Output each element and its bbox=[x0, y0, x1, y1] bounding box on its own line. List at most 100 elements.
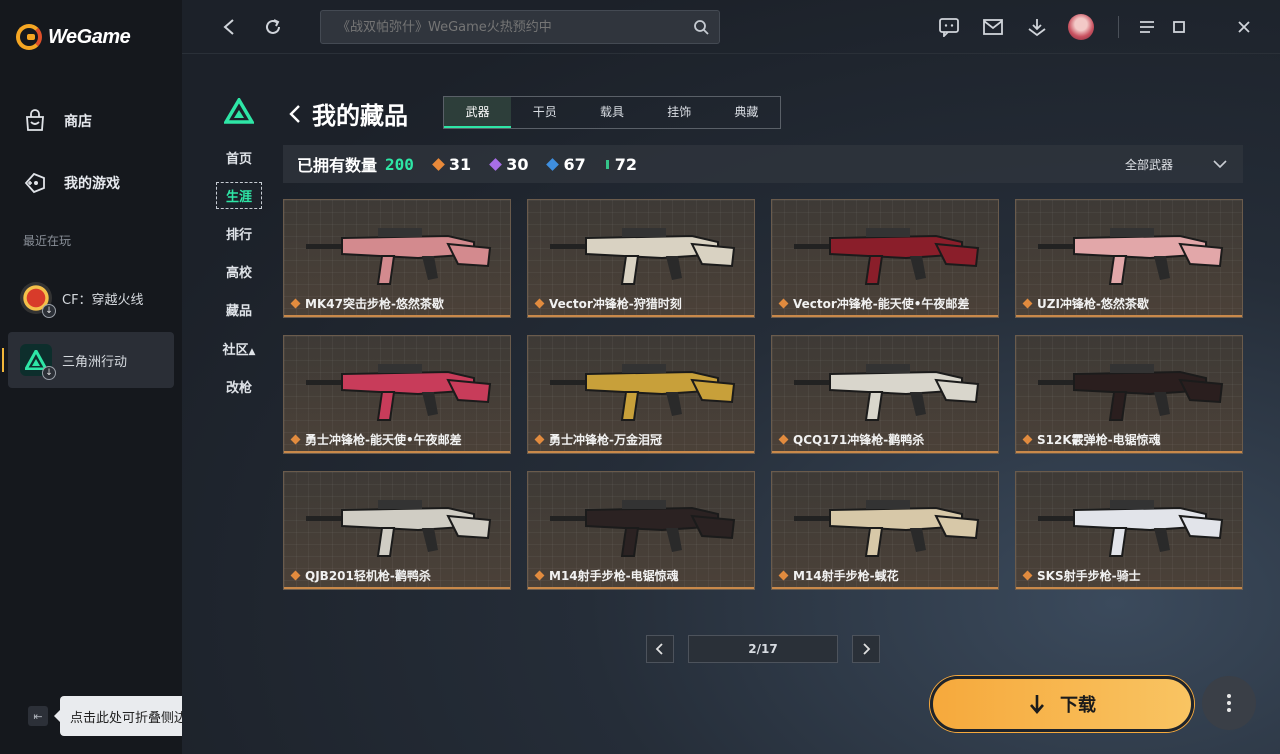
tab-weapons[interactable]: 武器 bbox=[444, 97, 512, 128]
prev-page-button[interactable] bbox=[646, 635, 674, 663]
game-nav-college[interactable]: 高校 bbox=[216, 262, 262, 281]
wegame-logo[interactable]: WeGame bbox=[16, 24, 131, 50]
delta-force-brand-icon bbox=[224, 98, 254, 124]
weapon-image bbox=[550, 500, 736, 557]
rarity-count-value: 30 bbox=[506, 154, 529, 174]
search-icon[interactable] bbox=[693, 19, 709, 35]
game-nav-community[interactable]: 社区▲ bbox=[216, 339, 262, 358]
weapon-name: M14射手步枪-蜮花 bbox=[793, 569, 899, 583]
weapon-image bbox=[794, 500, 980, 557]
weapon-image bbox=[550, 228, 736, 285]
weapon-filter-dropdown[interactable]: 全部武器 bbox=[1125, 145, 1227, 183]
rarity-gem-icon bbox=[1022, 434, 1033, 445]
avatar[interactable] bbox=[1068, 14, 1094, 40]
weapon-card[interactable]: MK47突击步枪-悠然茶歇 bbox=[283, 199, 511, 318]
close-icon[interactable] bbox=[1231, 14, 1257, 40]
rarity-gem-icon bbox=[290, 570, 301, 581]
tab-vehicles[interactable]: 载具 bbox=[578, 97, 645, 128]
weapon-name: 勇士冲锋枪-能天使•午夜邮差 bbox=[305, 433, 462, 447]
download-manager-icon[interactable] bbox=[1024, 14, 1050, 40]
weapon-card[interactable]: QCQ171冲锋枪-鹳鸭杀 bbox=[771, 335, 999, 454]
weapon-card[interactable]: Vector冲锋枪-能天使•午夜邮差 bbox=[771, 199, 999, 318]
weapon-image bbox=[1038, 228, 1224, 285]
chevron-down-icon bbox=[1213, 160, 1227, 168]
weapon-label: SKS射手步枪-骑士 bbox=[1022, 567, 1141, 584]
mail-icon[interactable] bbox=[980, 14, 1006, 40]
rarity-gem-icon bbox=[534, 570, 545, 581]
search-input[interactable] bbox=[321, 11, 681, 43]
store-bag-icon bbox=[26, 109, 44, 131]
weapon-card[interactable]: 勇士冲锋枪-万金泪冠 bbox=[527, 335, 755, 454]
download-badge-icon: ↓ bbox=[42, 366, 56, 380]
tab-operators[interactable]: 干员 bbox=[511, 97, 578, 128]
weapon-card[interactable]: UZI冲锋枪-悠然茶歇 bbox=[1015, 199, 1243, 318]
rarity-gem-icon bbox=[1022, 298, 1033, 309]
search-box[interactable] bbox=[320, 10, 720, 44]
pagination: 2/17 bbox=[646, 635, 880, 663]
rarity-gem-icon bbox=[605, 159, 609, 169]
sidebar: WeGame 商店 我的游戏 最近在玩 ↓ CF：穿越火线 ↓ 三角洲行动 ⇤ … bbox=[0, 0, 220, 754]
download-button[interactable]: 下载 bbox=[930, 676, 1194, 732]
weapon-label: 勇士冲锋枪-能天使•午夜邮差 bbox=[290, 431, 462, 448]
weapon-card[interactable]: S12K霰弹枪-电锯惊魂 bbox=[1015, 335, 1243, 454]
rarity-gem-icon bbox=[489, 157, 503, 171]
game-nav-label: 社区 bbox=[222, 343, 249, 358]
weapon-name: M14射手步枪-电锯惊魂 bbox=[549, 569, 679, 583]
weapon-card[interactable]: SKS射手步枪-骑士 bbox=[1015, 471, 1243, 590]
back-icon[interactable] bbox=[216, 14, 242, 40]
rarity-gem-icon bbox=[1022, 570, 1033, 581]
weapon-name: QCQ171冲锋枪-鹳鸭杀 bbox=[793, 433, 925, 447]
download-badge-icon: ↓ bbox=[42, 304, 56, 318]
weapon-label: QCQ171冲锋枪-鹳鸭杀 bbox=[778, 431, 925, 448]
weapon-grid: MK47突击步枪-悠然茶歇 Vector冲锋枪-狩猎时刻 Vector冲锋枪-能天使… bbox=[283, 199, 1243, 590]
more-options-button[interactable] bbox=[1202, 676, 1256, 730]
recent-game-delta-force[interactable]: ↓ 三角洲行动 bbox=[2, 332, 174, 388]
collapse-sidebar-icon[interactable]: ⇤ bbox=[28, 706, 48, 726]
weapon-name: 勇士冲锋枪-万金泪冠 bbox=[549, 433, 662, 447]
weapon-name: S12K霰弹枪-电锯惊魂 bbox=[1037, 433, 1161, 447]
game-nav-home[interactable]: 首页 bbox=[216, 148, 262, 167]
game-nav-gunsmith[interactable]: 改枪 bbox=[216, 377, 262, 396]
weapon-label: 勇士冲锋枪-万金泪冠 bbox=[534, 431, 662, 448]
weapon-image bbox=[794, 364, 980, 421]
weapon-card[interactable]: QJB201轻机枪-鹳鸭杀 bbox=[283, 471, 511, 590]
weapon-card[interactable]: M14射手步枪-电锯惊魂 bbox=[527, 471, 755, 590]
chevron-left-icon bbox=[655, 643, 663, 655]
weapon-label: Vector冲锋枪-狩猎时刻 bbox=[534, 295, 682, 312]
chat-icon[interactable] bbox=[936, 14, 962, 40]
weapon-image bbox=[1038, 500, 1224, 557]
weapon-name: MK47突击步枪-悠然茶歇 bbox=[305, 297, 444, 311]
sidebar-item-store[interactable]: 商店 bbox=[22, 108, 92, 134]
game-label: 三角洲行动 bbox=[62, 354, 128, 370]
next-page-button[interactable] bbox=[852, 635, 880, 663]
weapon-image bbox=[1038, 364, 1224, 421]
menu-icon[interactable] bbox=[1134, 14, 1160, 40]
rarity-count-value: 31 bbox=[448, 154, 472, 174]
recent-game-crossfire[interactable]: ↓ CF：穿越火线 bbox=[8, 270, 174, 326]
more-vertical-icon bbox=[1227, 694, 1231, 712]
weapon-card[interactable]: M14射手步枪-蜮花 bbox=[771, 471, 999, 590]
weapon-card[interactable]: 勇士冲锋枪-能天使•午夜邮差 bbox=[283, 335, 511, 454]
refresh-icon[interactable] bbox=[260, 14, 286, 40]
sidebar-item-my-games[interactable]: 我的游戏 bbox=[22, 170, 120, 196]
tab-archive[interactable]: 典藏 bbox=[713, 97, 780, 128]
game-nav-collection[interactable]: 藏品 bbox=[216, 300, 262, 319]
chevron-right-icon bbox=[863, 643, 871, 655]
rarity-gem-icon bbox=[546, 157, 560, 171]
rarity-gem-icon bbox=[778, 434, 789, 445]
weapon-image bbox=[306, 364, 492, 421]
weapon-name: Vector冲锋枪-狩猎时刻 bbox=[549, 297, 682, 311]
tab-charms[interactable]: 挂饰 bbox=[646, 97, 713, 128]
rarity-gem-icon bbox=[534, 434, 545, 445]
topbar-divider bbox=[1118, 16, 1119, 38]
game-nav-ranking[interactable]: 排行 bbox=[216, 224, 262, 243]
collection-stats: 已拥有数量 200 31 30 67 72 全部武器 bbox=[283, 145, 1243, 183]
minimize-icon[interactable] bbox=[1166, 14, 1192, 40]
weapon-card[interactable]: Vector冲锋枪-狩猎时刻 bbox=[527, 199, 755, 318]
back-chevron-icon[interactable] bbox=[288, 104, 302, 124]
game-nav-career[interactable]: 生涯 bbox=[216, 182, 262, 209]
weapon-name: UZI冲锋枪-悠然茶歇 bbox=[1037, 297, 1149, 311]
weapon-label: UZI冲锋枪-悠然茶歇 bbox=[1022, 295, 1149, 312]
weapon-label: MK47突击步枪-悠然茶歇 bbox=[290, 295, 444, 312]
sidebar-item-label: 商店 bbox=[64, 114, 92, 130]
